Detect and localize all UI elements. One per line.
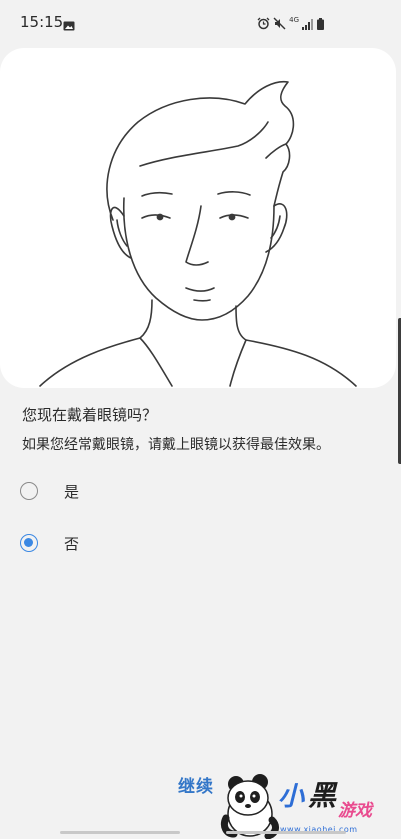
status-time: 15:15 [20,13,64,31]
option-yes-label: 是 [64,482,80,501]
option-no[interactable]: 否 [20,527,380,559]
radio-yes[interactable] [20,482,38,500]
status-bar: 15:15 4G [0,0,401,42]
question-text: 您现在戴着眼镜吗？ [22,406,158,424]
radio-no[interactable] [20,534,38,552]
option-yes[interactable]: 是 [20,475,380,507]
nav-handle-right [226,831,346,834]
watermark-youxi-text: 游戏 [338,801,372,821]
face-illustration-card [0,48,396,388]
mute-icon [273,15,286,34]
alarm-icon [257,15,270,34]
hint-text: 如果您经常戴眼镜，请戴上眼镜以获得最佳效果。 [22,437,330,453]
status-icons: 4G [257,15,324,34]
option-no-label: 否 [64,534,80,553]
watermark-logo: 小 黑 游戏 www.xiaohei.com [220,770,401,839]
signal-icon [302,15,314,34]
watermark-hei-text: 黑 [308,779,337,812]
battery-icon [317,15,324,34]
nav-handle-left [60,831,180,834]
image-icon [63,16,75,35]
watermark-xiao-text: 小 [278,782,305,812]
continue-button[interactable]: 继续 [178,772,214,797]
network-type: 4G [289,16,299,24]
face-outline-illustration [39,80,357,387]
